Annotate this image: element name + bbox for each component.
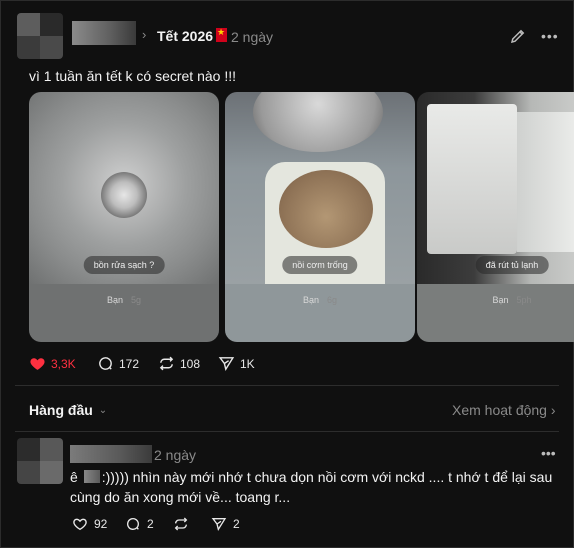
card-label: bồn rửa sạch ?	[83, 256, 165, 274]
card-label: nồi cơm trống	[282, 256, 358, 274]
reply-comment-count: 2	[147, 517, 154, 531]
reply-time: 2 ngày	[154, 447, 197, 463]
post-time: 2 ngày	[231, 29, 274, 45]
divider	[15, 431, 559, 432]
reply-username-redacted[interactable]	[70, 445, 152, 463]
avatar[interactable]	[17, 13, 63, 59]
like-button[interactable]: 3,3K	[29, 355, 76, 372]
share-count: 1K	[240, 356, 255, 371]
carousel-card-sink[interactable]: bồn rửa sạch ? Bạn 5g	[29, 92, 219, 342]
heart-filled-icon	[30, 358, 45, 370]
carousel-card-fridge[interactable]: đã rút tủ lạnh Bạn 5ph	[417, 92, 574, 342]
reply-comment-button[interactable]: 2	[125, 516, 154, 532]
comment-button[interactable]: 172	[97, 355, 139, 372]
thread-container: › Tết 2026 2 ngày ••• vì 1 tuần ăn tết k…	[0, 0, 574, 548]
chevron-right-icon: ›	[550, 402, 556, 418]
reply-like-button[interactable]: 92	[72, 516, 107, 532]
comment-count: 172	[119, 356, 140, 371]
image-carousel[interactable]: bồn rửa sạch ? Bạn 5g nồi cơm trống Bạn 6g…	[29, 92, 574, 342]
reply-share-button[interactable]: 2	[211, 516, 240, 532]
vietnam-flag-icon	[216, 27, 228, 42]
send-icon	[211, 518, 227, 532]
edit-icon[interactable]	[509, 27, 527, 45]
comment-icon	[99, 357, 112, 370]
more-icon[interactable]: •••	[541, 27, 559, 45]
redacted-mention	[83, 470, 100, 483]
more-icon[interactable]: •••	[541, 445, 556, 461]
reply-avatar[interactable]	[17, 438, 63, 484]
username-redacted[interactable]	[72, 21, 136, 45]
repost-icon	[159, 356, 174, 371]
share-button[interactable]: 1K	[218, 355, 255, 372]
reply-share-count: 2	[233, 517, 240, 531]
comment-icon	[127, 518, 140, 530]
chevron-down-icon: ⌄	[98, 404, 108, 416]
heart-icon	[73, 518, 87, 531]
send-icon	[218, 357, 235, 371]
reply-repost-button[interactable]	[173, 516, 189, 532]
sort-label: Hàng đầu	[29, 402, 93, 418]
reply-text: ê :))))) nhìn này mới nhớ t chưa dọn nồi…	[70, 469, 553, 505]
repost-icon	[174, 517, 188, 531]
post-text: vì 1 tuần ăn tết k có secret nào !!!	[29, 68, 237, 84]
topic-tag[interactable]: Tết 2026	[157, 27, 228, 44]
repost-count: 108	[180, 356, 201, 371]
card-reply-meta: Bạn 6g	[302, 295, 338, 305]
card-reply-meta: Bạn 5ph	[492, 295, 532, 305]
repost-button[interactable]: 108	[158, 355, 200, 372]
reply-like-count: 92	[94, 517, 108, 531]
chevron-right-icon: ›	[142, 27, 147, 42]
like-count: 3,3K	[51, 356, 76, 371]
view-activity-link[interactable]: Xem hoạt động ›	[452, 402, 556, 418]
card-label: đã rút tủ lạnh	[475, 256, 549, 274]
divider	[15, 385, 559, 386]
sort-dropdown[interactable]: Hàng đầu ⌄	[29, 402, 107, 418]
card-reply-meta: Bạn 5g	[106, 295, 142, 305]
carousel-card-rice-cooker[interactable]: nồi cơm trống Bạn 6g	[225, 92, 415, 342]
